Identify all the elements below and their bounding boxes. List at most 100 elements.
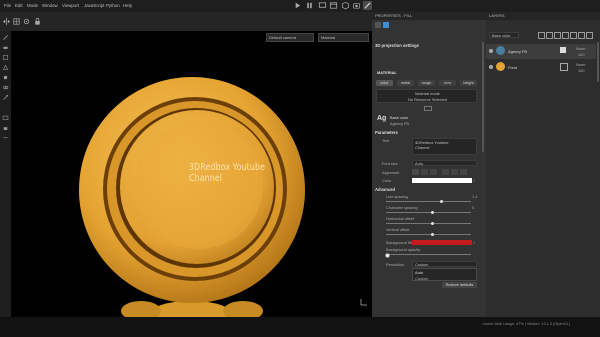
channel-color-button[interactable]: color <box>376 80 393 86</box>
vertical-offset-track[interactable] <box>386 234 471 235</box>
align-bottom-icon[interactable] <box>460 169 467 175</box>
visibility-icon[interactable] <box>489 49 493 53</box>
align-middle-icon[interactable] <box>451 169 458 175</box>
eraser-icon[interactable] <box>2 44 9 51</box>
folder-icon[interactable] <box>570 32 577 39</box>
parameters-header[interactable]: Parameters <box>375 130 398 135</box>
menu-javascript[interactable]: JavaScript <box>84 3 105 8</box>
layer-name[interactable]: Fond <box>508 65 517 70</box>
add-mask-icon[interactable] <box>554 32 561 39</box>
smudge-icon[interactable] <box>2 74 9 81</box>
pause-icon[interactable] <box>305 1 314 10</box>
window-icon[interactable] <box>329 1 338 10</box>
brush-tool-icon[interactable] <box>363 1 372 10</box>
horizontal-offset-track[interactable] <box>386 223 471 224</box>
3d-viewport[interactable]: Default camera Material 3DRedbox Youtube… <box>11 31 372 317</box>
horizontal-offset-label: Horizontal offset <box>386 216 415 221</box>
background-opacity-knob[interactable] <box>384 252 390 258</box>
slot-toggle-icon[interactable] <box>424 106 432 111</box>
layer-blend-mode[interactable]: Norm <box>576 46 586 51</box>
delete-icon[interactable] <box>586 32 593 39</box>
background-picker-icon[interactable]: ⁄ <box>474 240 478 245</box>
material-section-label: MATERIAL <box>377 70 397 75</box>
menu-mode[interactable]: Mode <box>27 3 38 8</box>
text-resource-font[interactable]: Agency FB <box>390 121 409 126</box>
channel-nrm-button[interactable]: nrm <box>439 80 456 86</box>
resolution-dropdown: Auto Custom <box>412 268 477 281</box>
restore-defaults-button[interactable]: Restore defaults <box>442 282 477 288</box>
line-spacing-knob[interactable] <box>439 199 443 203</box>
align-center-icon[interactable] <box>421 169 428 175</box>
material-mode-box[interactable]: Material mode No Resource Selected <box>376 89 477 103</box>
layer-blend-mode[interactable]: Norm <box>576 62 586 67</box>
menu-edit[interactable]: Edit <box>15 3 23 8</box>
projection-settings-header[interactable]: 3D projection settings <box>375 43 419 48</box>
visibility-icon[interactable] <box>489 65 493 69</box>
lock-icon[interactable] <box>2 124 9 131</box>
align-right-icon[interactable] <box>430 169 437 175</box>
font-size-select[interactable]: Auto <box>412 160 477 166</box>
text-color-swatch[interactable] <box>412 178 472 183</box>
paint-brush-icon[interactable] <box>2 34 9 41</box>
menu-help[interactable]: Help <box>123 3 132 8</box>
dropdown-option-custom[interactable]: Custom <box>415 276 428 281</box>
text-param-input[interactable]: 3DRedbox Youtube Channel <box>412 138 477 155</box>
align-left-icon[interactable] <box>412 169 419 175</box>
horizontal-offset-knob[interactable] <box>431 221 435 225</box>
menu-python[interactable]: Python <box>106 3 120 8</box>
measure-icon[interactable] <box>2 134 9 141</box>
advanced-header[interactable]: Advanced <box>375 187 395 192</box>
clone-icon[interactable] <box>2 84 9 91</box>
layer-opacity[interactable]: 100 <box>578 52 585 57</box>
character-spacing-knob[interactable] <box>431 210 435 214</box>
properties-scrollbar[interactable] <box>482 42 484 152</box>
screen-icon[interactable] <box>318 1 327 10</box>
character-spacing-track[interactable] <box>386 212 471 213</box>
layer-name[interactable]: Agency FB <box>508 49 527 54</box>
font-size-label: Font size <box>382 161 398 166</box>
background-opacity-track[interactable] <box>386 254 471 255</box>
polygon-fill-icon[interactable] <box>2 64 9 71</box>
add-layer-icon[interactable] <box>538 32 545 39</box>
channel-metal-button[interactable]: metal <box>397 80 414 86</box>
symmetry-icon[interactable] <box>2 17 11 26</box>
context-toolbar <box>0 12 372 31</box>
resolution-select[interactable]: Custom <box>412 261 477 267</box>
color-picker-icon[interactable] <box>2 94 9 101</box>
dropdown-option-auto[interactable]: Auto <box>415 270 423 275</box>
layer-opacity[interactable]: 100 <box>578 68 585 73</box>
layer-mask-icon[interactable] <box>560 47 566 53</box>
line-spacing-value: 1.1 <box>472 194 478 199</box>
layer-row[interactable]: Fond Norm 100 <box>486 60 596 75</box>
background-fill-swatch[interactable] <box>412 240 472 245</box>
material-mode-value: No Resource Selected <box>408 97 447 102</box>
layers-panel: LAYERS Base color Agency FB Norm 100 Fon… <box>486 12 600 317</box>
add-fill-icon[interactable] <box>546 32 553 39</box>
line-spacing-track[interactable] <box>386 201 471 202</box>
layers-scrollbar[interactable] <box>597 42 599 82</box>
channel-height-button[interactable]: height <box>460 80 477 86</box>
status-text: Cache Disk Usage: 47% | Version: 10.1.0 … <box>482 322 570 326</box>
play-icon[interactable] <box>293 1 302 10</box>
material-sphere-icon[interactable] <box>383 22 389 28</box>
lock-icon[interactable] <box>33 17 42 26</box>
camera-icon[interactable] <box>2 114 9 121</box>
layer-row[interactable]: Agency FB Norm 100 <box>486 44 596 59</box>
menu-viewport[interactable]: Viewport <box>62 3 79 8</box>
cube-icon[interactable] <box>341 1 350 10</box>
camera-icon[interactable] <box>352 1 361 10</box>
align-top-icon[interactable] <box>442 169 449 175</box>
settings-icon[interactable] <box>22 17 31 26</box>
fill-layer-icon[interactable] <box>375 22 381 28</box>
menu-window[interactable]: Window <box>42 3 58 8</box>
projection-icon[interactable] <box>2 54 9 61</box>
add-effect-icon[interactable] <box>562 32 569 39</box>
channel-select[interactable]: Base color <box>489 32 519 38</box>
color-picker-icon[interactable]: ⁄ <box>474 178 478 183</box>
channel-rough-button[interactable]: rough <box>418 80 435 86</box>
layer-mask-icon[interactable] <box>560 63 568 71</box>
grid-icon[interactable] <box>12 17 21 26</box>
vertical-offset-knob[interactable] <box>431 232 435 236</box>
duplicate-icon[interactable] <box>578 32 585 39</box>
menu-file[interactable]: File <box>4 3 11 8</box>
